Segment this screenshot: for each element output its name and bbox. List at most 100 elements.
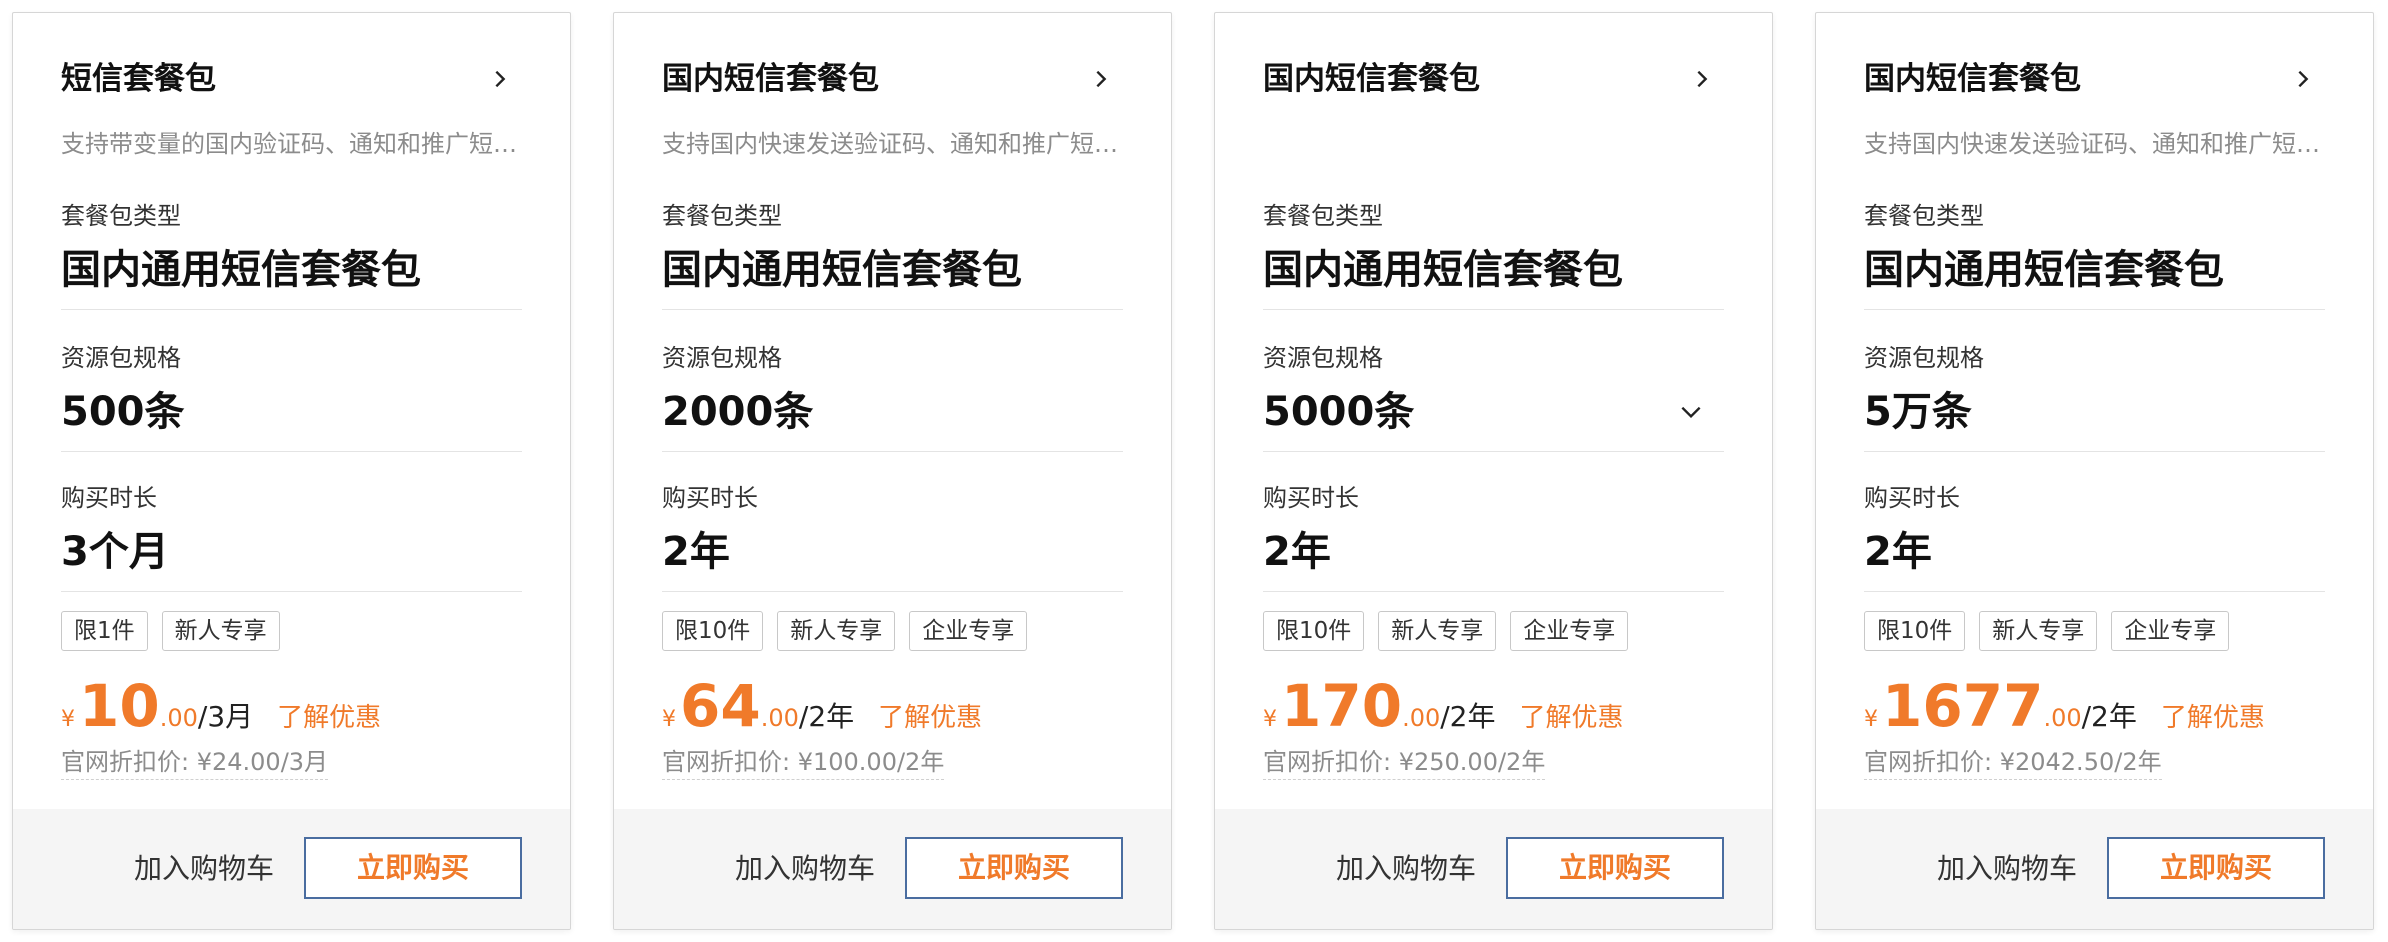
- spec-label: 资源包规格: [1263, 344, 1383, 372]
- chevron-right-icon[interactable]: [1682, 59, 1722, 99]
- spec-field: 资源包规格 2000条: [662, 341, 1123, 441]
- price: ¥1677.00/2年 了解优惠: [1864, 671, 2325, 741]
- price-decimal: .00: [760, 704, 799, 732]
- tag-enterprise: 企业专享: [1510, 611, 1629, 651]
- currency-symbol: ¥: [1263, 707, 1277, 732]
- chevron-right-icon[interactable]: [2283, 59, 2323, 99]
- divider: [662, 451, 1123, 452]
- promo-link[interactable]: 了解优惠: [1520, 703, 1624, 733]
- buy-now-button[interactable]: 立即购买: [2107, 837, 2325, 899]
- tag-limit: 限10件: [1864, 611, 1966, 651]
- divider: [1864, 591, 2325, 592]
- package-card: 国内短信套餐包 支持国内快速发送验证码、通知和推广短… 套餐包类型 国内通用短信…: [1815, 12, 2374, 930]
- spec-value: 5万条: [1864, 389, 1972, 435]
- card-title: 国内短信套餐包: [662, 61, 879, 97]
- package-type-value: 国内通用短信套餐包: [1864, 247, 2224, 293]
- package-type-field: 套餐包类型 国内通用短信套餐包: [61, 199, 522, 299]
- package-type-label: 套餐包类型: [61, 202, 181, 230]
- card-header[interactable]: 国内短信套餐包: [1864, 57, 2325, 101]
- price-integer: 64: [680, 672, 761, 740]
- price: ¥10.00/3月 了解优惠: [61, 671, 522, 741]
- tag-new-user: 新人专享: [777, 611, 896, 651]
- spec-label: 资源包规格: [1864, 344, 1984, 372]
- buy-now-button[interactable]: 立即购买: [304, 837, 522, 899]
- promo-link[interactable]: 了解优惠: [2161, 703, 2265, 733]
- card-header[interactable]: 短信套餐包: [61, 57, 522, 101]
- original-price: 官网折扣价: ¥100.00/2年: [662, 745, 945, 780]
- add-to-cart-button[interactable]: 加入购物车: [1336, 845, 1476, 893]
- promo-link[interactable]: 了解优惠: [878, 703, 982, 733]
- buy-now-button[interactable]: 立即购买: [905, 837, 1123, 899]
- add-to-cart-button[interactable]: 加入购物车: [134, 845, 274, 893]
- promo-link[interactable]: 了解优惠: [277, 703, 381, 733]
- card-footer: 加入购物车 立即购买: [13, 809, 570, 929]
- spec-value: 500条: [61, 389, 185, 435]
- duration-label: 购买时长: [1263, 484, 1359, 512]
- add-to-cart-button[interactable]: 加入购物车: [1937, 845, 2077, 893]
- price: ¥64.00/2年 了解优惠: [662, 671, 1123, 741]
- price-period: /2年: [1440, 700, 1496, 733]
- duration-field: 购买时长 2年: [1864, 481, 2325, 581]
- card-header[interactable]: 国内短信套餐包: [662, 57, 1123, 101]
- chevron-right-icon[interactable]: [1081, 59, 1121, 99]
- duration-value: 2年: [1263, 529, 1331, 575]
- tag-limit: 限1件: [61, 611, 148, 651]
- original-price: 官网折扣价: ¥250.00/2年: [1263, 745, 1546, 780]
- price-decimal: .00: [1402, 704, 1441, 732]
- tag-list: 限1件 新人专享: [61, 611, 522, 651]
- divider: [1864, 451, 2325, 452]
- buy-now-button[interactable]: 立即购买: [1506, 837, 1724, 899]
- price-integer: 170: [1281, 672, 1403, 740]
- package-card: 短信套餐包 支持带变量的国内验证码、通知和推广短… 套餐包类型 国内通用短信套餐…: [12, 12, 571, 930]
- package-type-label: 套餐包类型: [1263, 202, 1383, 230]
- spec-label: 资源包规格: [61, 344, 181, 372]
- divider: [1263, 591, 1724, 592]
- card-title: 短信套餐包: [61, 61, 216, 97]
- spec-field: 资源包规格 500条: [61, 341, 522, 441]
- duration-label: 购买时长: [662, 484, 758, 512]
- divider: [1263, 309, 1724, 310]
- card-title: 国内短信套餐包: [1263, 61, 1480, 97]
- spec-value[interactable]: 5000条: [1263, 383, 1724, 441]
- price-integer: 10: [79, 672, 160, 740]
- package-type-label: 套餐包类型: [662, 202, 782, 230]
- tag-limit: 限10件: [662, 611, 764, 651]
- price: ¥170.00/2年 了解优惠: [1263, 671, 1724, 741]
- price-decimal: .00: [159, 704, 198, 732]
- chevron-down-icon[interactable]: [1674, 395, 1708, 429]
- package-type-value: 国内通用短信套餐包: [61, 247, 421, 293]
- spec-select[interactable]: 资源包规格 5000条: [1263, 341, 1724, 441]
- divider: [61, 309, 522, 310]
- divider: [1263, 451, 1724, 452]
- card-description: 支持国内快速发送验证码、通知和推广短…: [1864, 130, 2320, 158]
- tag-enterprise: 企业专享: [909, 611, 1028, 651]
- duration-label: 购买时长: [61, 484, 157, 512]
- price-integer: 1677: [1882, 672, 2044, 740]
- divider: [662, 591, 1123, 592]
- duration-value: 3个月: [61, 529, 169, 575]
- package-card-list: 短信套餐包 支持带变量的国内验证码、通知和推广短… 套餐包类型 国内通用短信套餐…: [0, 0, 2388, 942]
- package-type-field: 套餐包类型 国内通用短信套餐包: [1864, 199, 2325, 299]
- divider: [61, 591, 522, 592]
- add-to-cart-button[interactable]: 加入购物车: [735, 845, 875, 893]
- spec-value: 2000条: [662, 389, 814, 435]
- duration-field: 购买时长 2年: [662, 481, 1123, 581]
- card-header[interactable]: 国内短信套餐包: [1263, 57, 1724, 101]
- price-period: /2年: [2081, 700, 2137, 733]
- divider: [61, 451, 522, 452]
- tag-list: 限10件 新人专享 企业专享: [1864, 611, 2325, 651]
- tag-new-user: 新人专享: [161, 611, 280, 651]
- spec-label: 资源包规格: [662, 344, 782, 372]
- spec-field: 资源包规格 5万条: [1864, 341, 2325, 441]
- price-period: /3月: [197, 700, 254, 733]
- chevron-right-icon[interactable]: [480, 59, 520, 99]
- package-card: 国内短信套餐包 支持国内快速发送验证码、通知和推广短… 套餐包类型 国内通用短信…: [613, 12, 1172, 930]
- currency-symbol: ¥: [662, 707, 676, 732]
- divider: [662, 309, 1123, 310]
- duration-field: 购买时长 3个月: [61, 481, 522, 581]
- package-type-value: 国内通用短信套餐包: [662, 247, 1022, 293]
- package-type-label: 套餐包类型: [1864, 202, 1984, 230]
- divider: [1864, 309, 2325, 310]
- card-footer: 加入购物车 立即购买: [1816, 809, 2373, 929]
- tag-limit: 限10件: [1263, 611, 1365, 651]
